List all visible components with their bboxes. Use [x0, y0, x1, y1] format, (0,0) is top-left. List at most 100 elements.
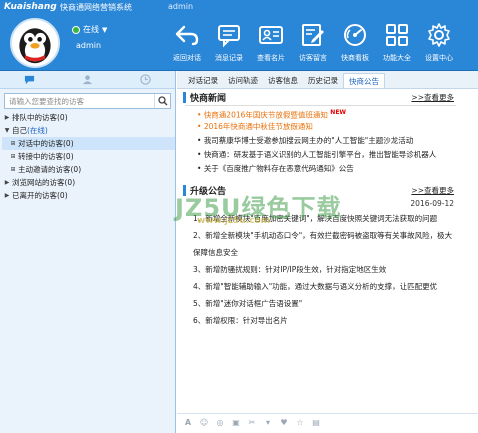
business-card-icon — [259, 26, 283, 44]
tree-node-label: 转接中的访客(0) — [18, 152, 74, 161]
news-section-header: 快商新闻 >>查看更多 — [177, 89, 478, 105]
message-record-label: 消息记录 — [215, 54, 243, 62]
online-status-icon — [72, 25, 80, 34]
tab-visit-track[interactable]: 访问轨迹 — [223, 73, 263, 88]
tree-node-invited[interactable]: ⊞ 主动邀请的访客(0) — [2, 163, 175, 176]
main-toolbar: 返回对话 消息记录 查看名片 访客留言 快商看板 功能大全 设置中心 — [166, 18, 460, 68]
expand-plus-icon[interactable]: ⊞ — [8, 137, 18, 150]
star-icon[interactable]: ☆ — [295, 418, 305, 428]
file-icon[interactable]: ▤ — [311, 418, 321, 428]
announce-item: 5、新增"迷你对话框广告语设置" — [193, 299, 303, 308]
functions-icon — [386, 24, 408, 46]
title-row: Kuaishang 快商通网络营销系统 admin — [0, 0, 478, 14]
return-chat-button[interactable]: 返回对话 — [166, 18, 208, 68]
user-name: admin — [76, 41, 102, 50]
business-card-label: 查看名片 — [257, 54, 285, 62]
settings-icon — [428, 23, 450, 47]
image-icon[interactable]: ▣ — [231, 418, 241, 428]
visitor-tree: ▶ 排队中的访客(0) ▼ 自己 (在线) ⊞ 对话中的访客(0) ⊞ 转接中的… — [0, 111, 175, 202]
title-user: admin — [168, 2, 194, 11]
person-icon — [82, 75, 93, 85]
online-status-text: (在线) — [27, 126, 48, 135]
announce-more-link[interactable]: >>查看更多 — [411, 185, 454, 196]
news-item[interactable]: • 关于《百度推广物料存在恶意代码通知》公告 2 — [197, 162, 456, 176]
expand-icon[interactable]: ▶ — [2, 189, 12, 202]
expand-icon[interactable]: ▶ — [2, 176, 12, 189]
news-item[interactable]: • 2016年快商通中秋佳节放假通知 2 — [197, 120, 456, 134]
settings-label: 设置中心 — [425, 54, 453, 62]
status-label: 在线 — [83, 25, 99, 34]
message-record-button[interactable]: 消息记录 — [208, 18, 250, 68]
font-icon[interactable]: A — [183, 418, 193, 428]
expand-plus-icon[interactable]: ⊞ — [8, 163, 18, 176]
new-badge: NEW — [330, 109, 347, 116]
clock-icon — [140, 74, 151, 85]
left-tab-bar — [0, 71, 175, 89]
emoji-icon[interactable]: ☺ — [199, 418, 209, 428]
collapse-icon[interactable]: ▼ — [2, 124, 12, 137]
tree-node-browsing[interactable]: ▶ 浏览网站的访客(0) — [2, 176, 175, 189]
tree-node-queue[interactable]: ▶ 排队中的访客(0) — [2, 111, 175, 124]
penguin-avatar-icon — [19, 28, 51, 64]
message-record-icon — [218, 25, 240, 48]
news-list: • 快商通2016年国庆节放假暨值班通知 NEW 2 • 2016年快商通中秋佳… — [185, 105, 456, 176]
chevron-down-icon: ▼ — [102, 25, 108, 34]
tab-announcement[interactable]: 快商公告 — [343, 73, 385, 88]
avatar[interactable] — [10, 18, 60, 68]
dashboard-button[interactable]: 快商看板 — [334, 18, 376, 68]
tree-node-label: 已离开的访客(0) — [12, 191, 68, 200]
tab-colleagues[interactable] — [58, 71, 116, 88]
status-selector[interactable]: 在线 ▼ — [72, 24, 107, 35]
heart-icon[interactable]: ♥ — [279, 418, 289, 428]
tree-node-label: 排队中的访客(0) — [12, 113, 68, 122]
visitor-search — [4, 93, 171, 109]
news-item[interactable]: • 快商通2016年国庆节放假暨值班通知 NEW 2 — [197, 106, 456, 120]
visitor-message-icon — [302, 24, 324, 46]
visitor-message-label: 访客留言 — [299, 54, 327, 62]
announce-item: 3、新增防骚扰规则：针对IP/IP段生效，针对指定地区生效 — [193, 265, 387, 274]
expand-plus-icon[interactable]: ⊞ — [8, 150, 18, 163]
settings-button[interactable]: 设置中心 — [418, 18, 460, 68]
visitor-message-button[interactable]: 访客留言 — [292, 18, 334, 68]
functions-button[interactable]: 功能大全 — [376, 18, 418, 68]
header-bar: Kuaishang 快商通网络营销系统 admin 在线 ▼ admin 返回对… — [0, 0, 478, 71]
expand-icon[interactable]: ▶ — [2, 111, 12, 124]
tree-node-label: 对话中的访客(0) — [18, 139, 74, 148]
tree-node-left[interactable]: ▶ 已离开的访客(0) — [2, 189, 175, 202]
tree-node-self[interactable]: ▼ 自己 (在线) — [2, 124, 175, 137]
tree-node-transferring[interactable]: ⊞ 转接中的访客(0) — [2, 150, 175, 163]
announce-date: 2016-09-12 — [410, 199, 454, 208]
visitor-search-input[interactable] — [5, 94, 154, 108]
tree-node-label: 浏览网站的访客(0) — [12, 178, 76, 187]
tab-visitor-info[interactable]: 访客信息 — [263, 73, 303, 88]
visitor-panel: ▶ 排队中的访客(0) ▼ 自己 (在线) ⊞ 对话中的访客(0) ⊞ 转接中的… — [0, 71, 176, 433]
news-item-text: 快商通2016年国庆节放假暨值班通知 — [203, 110, 328, 120]
search-button[interactable] — [154, 94, 170, 108]
tree-node-label: 自己 — [12, 126, 27, 135]
announce-item: 4、新增"智能辅助输入"功能，通过大数据与语义分析的支撑，让匹配更优 — [193, 282, 438, 291]
tab-visitors[interactable] — [0, 71, 58, 88]
tab-history[interactable] — [117, 71, 175, 88]
news-title: 快商新闻 — [190, 93, 227, 104]
news-item[interactable]: • 我司蔡康华博士受邀参加搜云网主办的"人工智能"主题沙龙活动 2 — [197, 134, 456, 148]
news-more-link[interactable]: >>查看更多 — [411, 92, 454, 103]
tree-node-chatting[interactable]: ⊞ 对话中的访客(0) — [2, 137, 175, 150]
chat-bubble-icon — [24, 75, 34, 85]
scissors-icon[interactable]: ✂ — [247, 418, 257, 428]
news-item-text: 关于《百度推广物料存在恶意代码通知》公告 — [203, 164, 354, 173]
tab-history-record[interactable]: 历史记录 — [303, 73, 343, 88]
announce-list: 1、新增全新模块"百度加密关键词"，解决百度快照关键词无法获取的问题 2、新增全… — [177, 210, 478, 329]
business-card-button[interactable]: 查看名片 — [250, 18, 292, 68]
quick-reply-icon[interactable]: ▾ — [263, 418, 273, 428]
announce-item: 2、新增全新模块"手机动态口令"，有效拦截密码被盗取等有关事故风险，极大保障信息… — [193, 231, 453, 257]
announce-title: 升级公告 — [190, 186, 227, 197]
return-chat-label: 返回对话 — [173, 54, 201, 62]
info-panel: 对话记录 访问轨迹 访客信息 历史记录 快商公告 快商新闻 >>查看更多 • 快… — [177, 71, 478, 433]
app-logo: Kuaishang — [4, 2, 57, 12]
input-toolbar: A ☺ ◎ ▣ ✂ ▾ ♥ ☆ ▤ — [177, 413, 478, 431]
news-item[interactable]: • 快商通：研发基于语义识别的人工智能引擎平台，推出智能导诊机器人 2 — [197, 148, 456, 162]
return-icon — [175, 25, 199, 46]
section-marker — [183, 91, 186, 103]
tab-chat-record[interactable]: 对话记录 — [183, 73, 223, 88]
screenshot-icon[interactable]: ◎ — [215, 418, 225, 428]
